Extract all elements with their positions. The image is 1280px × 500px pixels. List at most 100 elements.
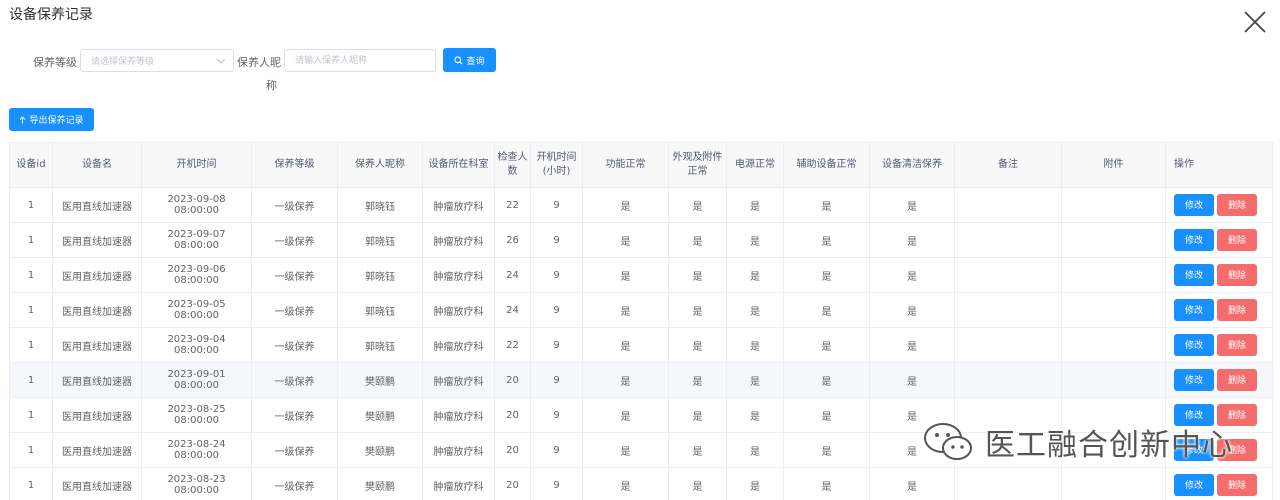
table-header-row: 设备id 设备名 开机时间 保养等级 保养人昵称 设备所在科室 检查人数 开机时… [9,142,1273,188]
cell-count: 24 [494,292,531,328]
header-dept: 设备所在科室 [422,142,495,188]
header-count: 检查人数 [494,142,531,188]
cell-dept: 肿瘤放疗科 [422,467,495,500]
cell-hours: 9 [530,222,583,258]
cell-start-time: 2023-09-05 08:00:00 [141,292,252,328]
delete-button[interactable]: 删除 [1217,474,1257,496]
cell-power: 是 [726,187,784,223]
cell-appearance: 是 [668,467,727,500]
cell-clean: 是 [869,187,955,223]
cell-ops: 修改 删除 [1165,292,1273,328]
cell-appearance: 是 [668,397,727,433]
cell-aux: 是 [783,467,870,500]
edit-button[interactable]: 修改 [1174,264,1214,286]
cell-person: 樊颐鹏 [337,397,423,433]
cell-clean: 是 [869,467,955,500]
cell-hours: 9 [530,432,583,468]
cell-person: 郭晓钰 [337,187,423,223]
cell-start-time: 2023-08-25 08:00:00 [141,397,252,433]
cell-appearance: 是 [668,222,727,258]
cell-id: 1 [9,222,53,258]
cell-power: 是 [726,292,784,328]
cell-ops: 修改 删除 [1165,327,1273,363]
cell-aux: 是 [783,327,870,363]
cell-appearance: 是 [668,432,727,468]
cell-ops: 修改 删除 [1165,257,1273,293]
edit-button[interactable]: 修改 [1174,334,1214,356]
cell-attach [1061,292,1166,328]
header-id: 设备id [9,142,53,188]
search-icon [454,55,463,64]
chevron-down-icon [216,58,226,64]
cell-level: 一级保养 [251,467,338,500]
delete-button[interactable]: 删除 [1217,229,1257,251]
cell-remark [954,362,1062,398]
table-row: 1 医用直线加速器 2023-09-01 08:00:00 一级保养 樊颐鹏 肿瘤放疗科 2… [9,362,1273,398]
edit-button[interactable]: 修改 [1174,229,1214,251]
cell-id: 1 [9,432,53,468]
edit-button[interactable]: 修改 [1174,299,1214,321]
person-label-wrap: 称 [266,79,277,92]
cell-appearance: 是 [668,362,727,398]
cell-appearance: 是 [668,327,727,363]
cell-hours: 9 [530,467,583,500]
cell-count: 26 [494,222,531,258]
cell-func: 是 [582,222,669,258]
edit-button[interactable]: 修改 [1174,474,1214,496]
delete-button[interactable]: 删除 [1217,334,1257,356]
cell-remark [954,257,1062,293]
close-button[interactable] [1241,8,1269,36]
cell-count: 20 [494,397,531,433]
header-attach: 附件 [1061,142,1166,188]
cell-dept: 肿瘤放疗科 [422,187,495,223]
cell-count: 22 [494,327,531,363]
header-remark: 备注 [954,142,1062,188]
cell-hours: 9 [530,292,583,328]
cell-clean: 是 [869,292,955,328]
cell-appearance: 是 [668,257,727,293]
cell-name: 医用直线加速器 [52,292,142,328]
upload-arrow-icon [20,115,26,123]
cell-dept: 肿瘤放疗科 [422,327,495,363]
header-start-time: 开机时间 [141,142,252,188]
table-row: 1 医用直线加速器 2023-09-05 08:00:00 一级保养 郭晓钰 肿瘤放疗科 2… [9,292,1273,328]
person-search-input[interactable] [284,49,436,72]
cell-remark [954,187,1062,223]
delete-button[interactable]: 删除 [1217,369,1257,391]
cell-func: 是 [582,467,669,500]
delete-button[interactable]: 删除 [1217,194,1257,216]
cell-clean: 是 [869,362,955,398]
cell-level: 一级保养 [251,292,338,328]
cell-level: 一级保养 [251,222,338,258]
cell-remark [954,222,1062,258]
watermark: 医工融合创新中心 [921,420,1233,464]
cell-id: 1 [9,362,53,398]
cell-level: 一级保养 [251,362,338,398]
table-row: 1 医用直线加速器 2023-09-06 08:00:00 一级保养 郭晓钰 肿瘤放疗科 2… [9,257,1273,293]
cell-level: 一级保养 [251,397,338,433]
level-select[interactable]: 请选择保养等级 [80,49,234,72]
cell-dept: 肿瘤放疗科 [422,257,495,293]
delete-button[interactable]: 删除 [1217,264,1257,286]
header-power: 电源正常 [726,142,784,188]
cell-func: 是 [582,327,669,363]
cell-name: 医用直线加速器 [52,222,142,258]
edit-button[interactable]: 修改 [1174,369,1214,391]
edit-button[interactable]: 修改 [1174,194,1214,216]
cell-aux: 是 [783,362,870,398]
close-icon[interactable] [1241,8,1269,36]
cell-id: 1 [9,397,53,433]
wechat-icon [924,423,972,460]
cell-hours: 9 [530,327,583,363]
export-button[interactable]: 导出保养记录 [9,108,94,131]
dialog-title: 设备保养记录 [9,7,93,23]
cell-power: 是 [726,432,784,468]
cell-aux: 是 [783,292,870,328]
cell-func: 是 [582,292,669,328]
query-button-label: 查询 [466,55,485,66]
cell-name: 医用直线加速器 [52,327,142,363]
query-button[interactable]: 查询 [443,48,496,72]
delete-button[interactable]: 删除 [1217,299,1257,321]
cell-appearance: 是 [668,187,727,223]
cell-dept: 肿瘤放疗科 [422,432,495,468]
